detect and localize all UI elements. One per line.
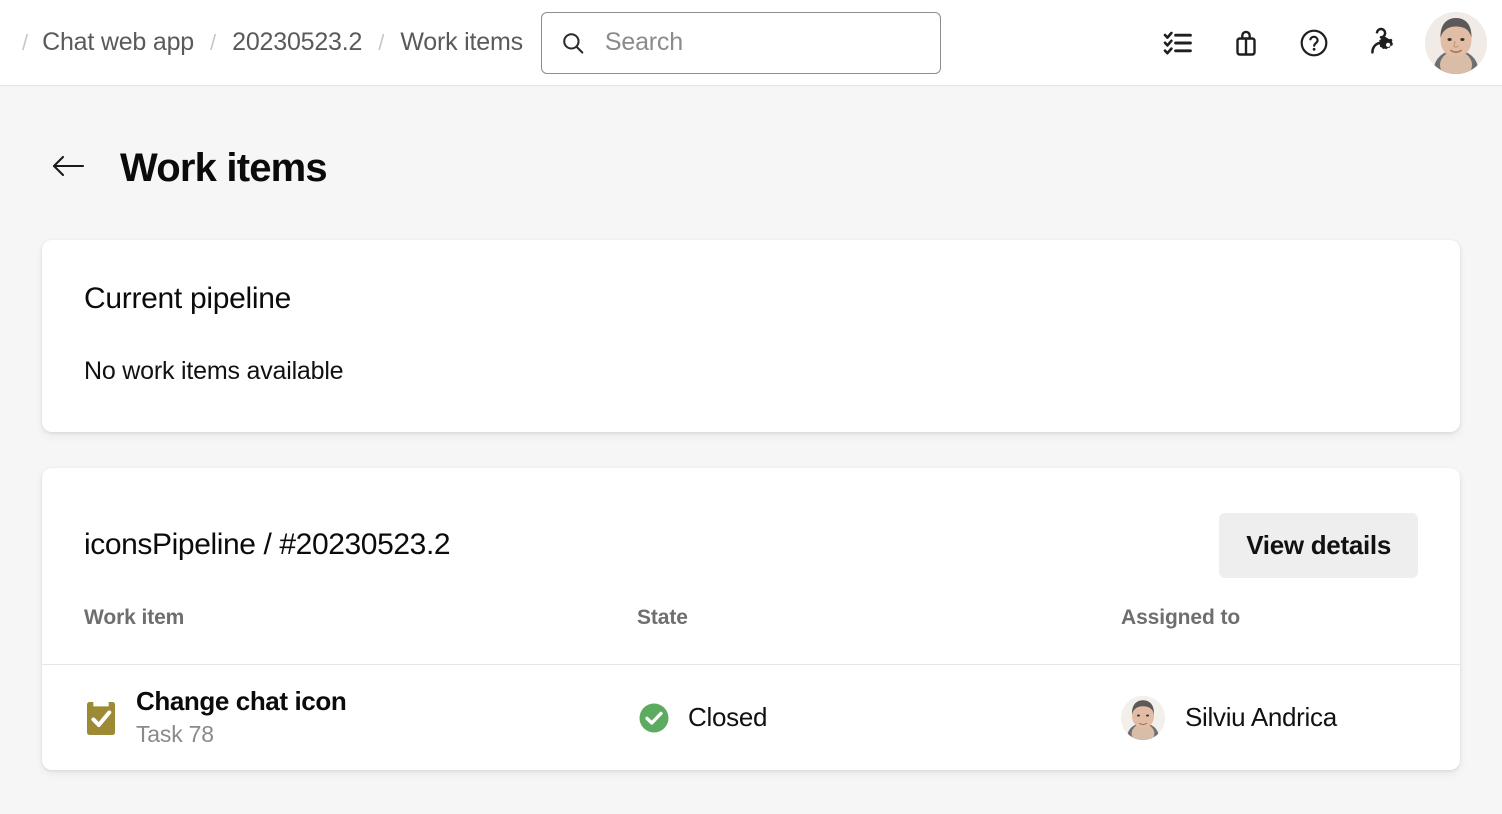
column-header-work-item: Work item (84, 606, 637, 630)
task-clipboard-icon (84, 697, 118, 737)
help-circle-icon[interactable] (1280, 9, 1348, 77)
work-item-subtitle: Task 78 (136, 721, 346, 748)
table-row[interactable]: Change chat icon Task 78 Closed (42, 665, 1460, 770)
current-pipeline-empty-message: No work items available (84, 357, 1418, 386)
breadcrumb: / Chat web app / 20230523.2 / Work items (22, 28, 523, 57)
current-pipeline-card: Current pipeline No work items available (42, 240, 1460, 432)
state-cell: Closed (637, 701, 1121, 735)
top-bar-actions (1144, 9, 1490, 77)
work-item-cell[interactable]: Change chat icon Task 78 (84, 687, 637, 748)
breadcrumb-project[interactable]: Chat web app (42, 28, 194, 57)
assignee-name: Silviu Andrica (1185, 702, 1337, 733)
assignee-avatar (1121, 696, 1165, 740)
bag-icon[interactable] (1212, 9, 1280, 77)
checklist-icon[interactable] (1144, 9, 1212, 77)
breadcrumb-separator: / (22, 30, 42, 56)
work-items-table: Work item State Assigned to Change chat … (42, 586, 1460, 770)
work-items-table-header: Work item State Assigned to (42, 586, 1460, 650)
work-item-title: Change chat icon (136, 687, 346, 717)
breadcrumb-build[interactable]: 20230523.2 (232, 28, 362, 57)
arrow-left-icon (50, 151, 88, 186)
breadcrumb-separator: / (362, 30, 400, 56)
check-circle-icon (637, 701, 671, 735)
breadcrumb-separator: / (194, 30, 232, 56)
avatar-button[interactable] (1422, 9, 1490, 77)
work-item-texts: Change chat icon Task 78 (136, 687, 346, 748)
breadcrumb-current[interactable]: Work items (400, 28, 523, 57)
search-input[interactable]: Search (605, 28, 683, 57)
user-settings-icon[interactable] (1348, 9, 1416, 77)
state-label: Closed (688, 702, 767, 733)
build-name: iconsPipeline / #20230523.2 (84, 528, 450, 562)
current-pipeline-title: Current pipeline (84, 282, 1418, 316)
page-title: Work items (120, 146, 327, 191)
column-header-state: State (637, 606, 1121, 630)
build-work-items-card: iconsPipeline / #20230523.2 View details… (42, 468, 1460, 770)
search-box[interactable]: Search (541, 12, 941, 74)
assigned-to-cell: Silviu Andrica (1121, 696, 1418, 740)
column-header-assigned-to: Assigned to (1121, 606, 1418, 630)
back-button[interactable] (46, 145, 92, 191)
top-bar: / Chat web app / 20230523.2 / Work items… (0, 0, 1502, 86)
page-header: Work items (0, 86, 1502, 198)
avatar (1425, 12, 1487, 74)
build-card-header: iconsPipeline / #20230523.2 View details (42, 468, 1460, 586)
view-details-button[interactable]: View details (1219, 513, 1418, 578)
search-icon (560, 30, 586, 56)
